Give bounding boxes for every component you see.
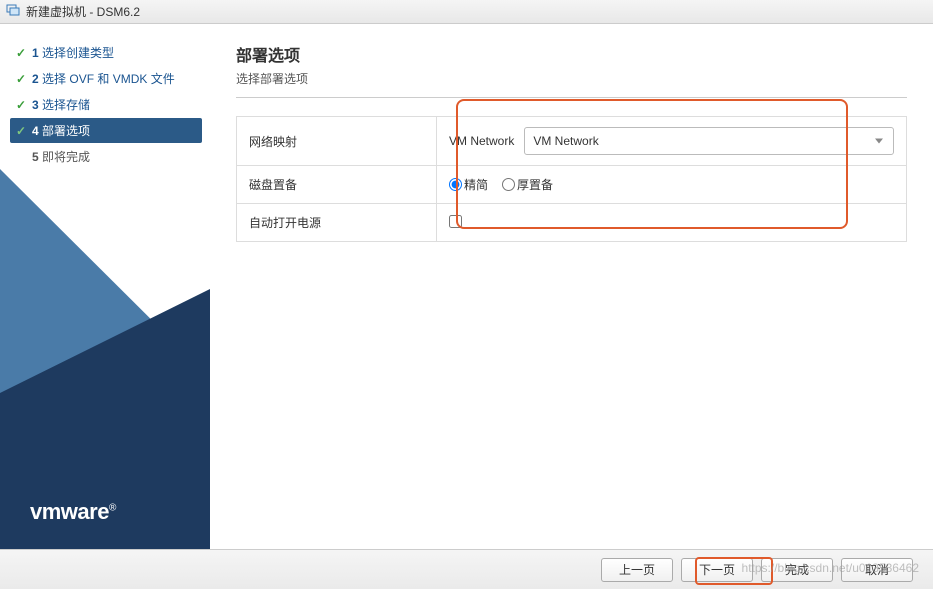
step-4[interactable]: ✓4 部署选项	[10, 118, 202, 143]
next-button[interactable]: 下一页	[681, 558, 753, 582]
checkbox-power-on[interactable]	[449, 215, 462, 228]
check-icon: ✓	[16, 72, 30, 86]
label-disk-provisioning: 磁盘置备	[237, 166, 437, 204]
check-icon: ✓	[16, 124, 30, 138]
page-title: 部署选项	[236, 42, 907, 66]
step-1[interactable]: ✓1 选择创建类型	[10, 40, 202, 65]
step-5: ✓5 即将完成	[10, 144, 202, 169]
back-button[interactable]: 上一页	[601, 558, 673, 582]
check-icon: ✓	[16, 46, 30, 60]
wizard-footer: 上一页 下一页 完成 取消	[0, 549, 933, 589]
vmware-logo: vmware®	[30, 499, 116, 525]
wizard-sidebar: ✓1 选择创建类型 ✓2 选择 OVF 和 VMDK 文件 ✓3 选择存储 ✓4…	[0, 24, 210, 549]
deployment-options-table: 网络映射 VM Network VM Network 磁盘置备 精简 厚置备	[236, 116, 907, 242]
radio-thin[interactable]	[449, 178, 462, 191]
label-network-mapping: 网络映射	[237, 117, 437, 166]
page-subtitle: 选择部署选项	[236, 70, 907, 87]
radio-thick-label[interactable]: 厚置备	[502, 176, 553, 193]
step-2[interactable]: ✓2 选择 OVF 和 VMDK 文件	[10, 66, 202, 91]
vm-icon	[6, 3, 20, 20]
window-title: 新建虚拟机 - DSM6.2	[26, 3, 140, 20]
network-target-select[interactable]: VM Network	[524, 127, 894, 155]
wizard-content: 部署选项 选择部署选项 网络映射 VM Network VM Network 磁…	[210, 24, 933, 549]
radio-thin-label[interactable]: 精简	[449, 176, 488, 193]
window-title-bar: 新建虚拟机 - DSM6.2	[0, 0, 933, 24]
cancel-button[interactable]: 取消	[841, 558, 913, 582]
check-icon: ✓	[16, 98, 30, 112]
row-power-on: 自动打开电源	[237, 204, 907, 242]
row-network-mapping: 网络映射 VM Network VM Network	[237, 117, 907, 166]
row-disk-provisioning: 磁盘置备 精简 厚置备	[237, 166, 907, 204]
finish-button[interactable]: 完成	[761, 558, 833, 582]
wizard-steps: ✓1 选择创建类型 ✓2 选择 OVF 和 VMDK 文件 ✓3 选择存储 ✓4…	[0, 24, 210, 169]
divider	[236, 97, 907, 98]
step-3[interactable]: ✓3 选择存储	[10, 92, 202, 117]
radio-thick[interactable]	[502, 178, 515, 191]
disk-provisioning-radios: 精简 厚置备	[449, 176, 894, 193]
network-source-label: VM Network	[449, 134, 514, 148]
label-power-on: 自动打开电源	[237, 204, 437, 242]
